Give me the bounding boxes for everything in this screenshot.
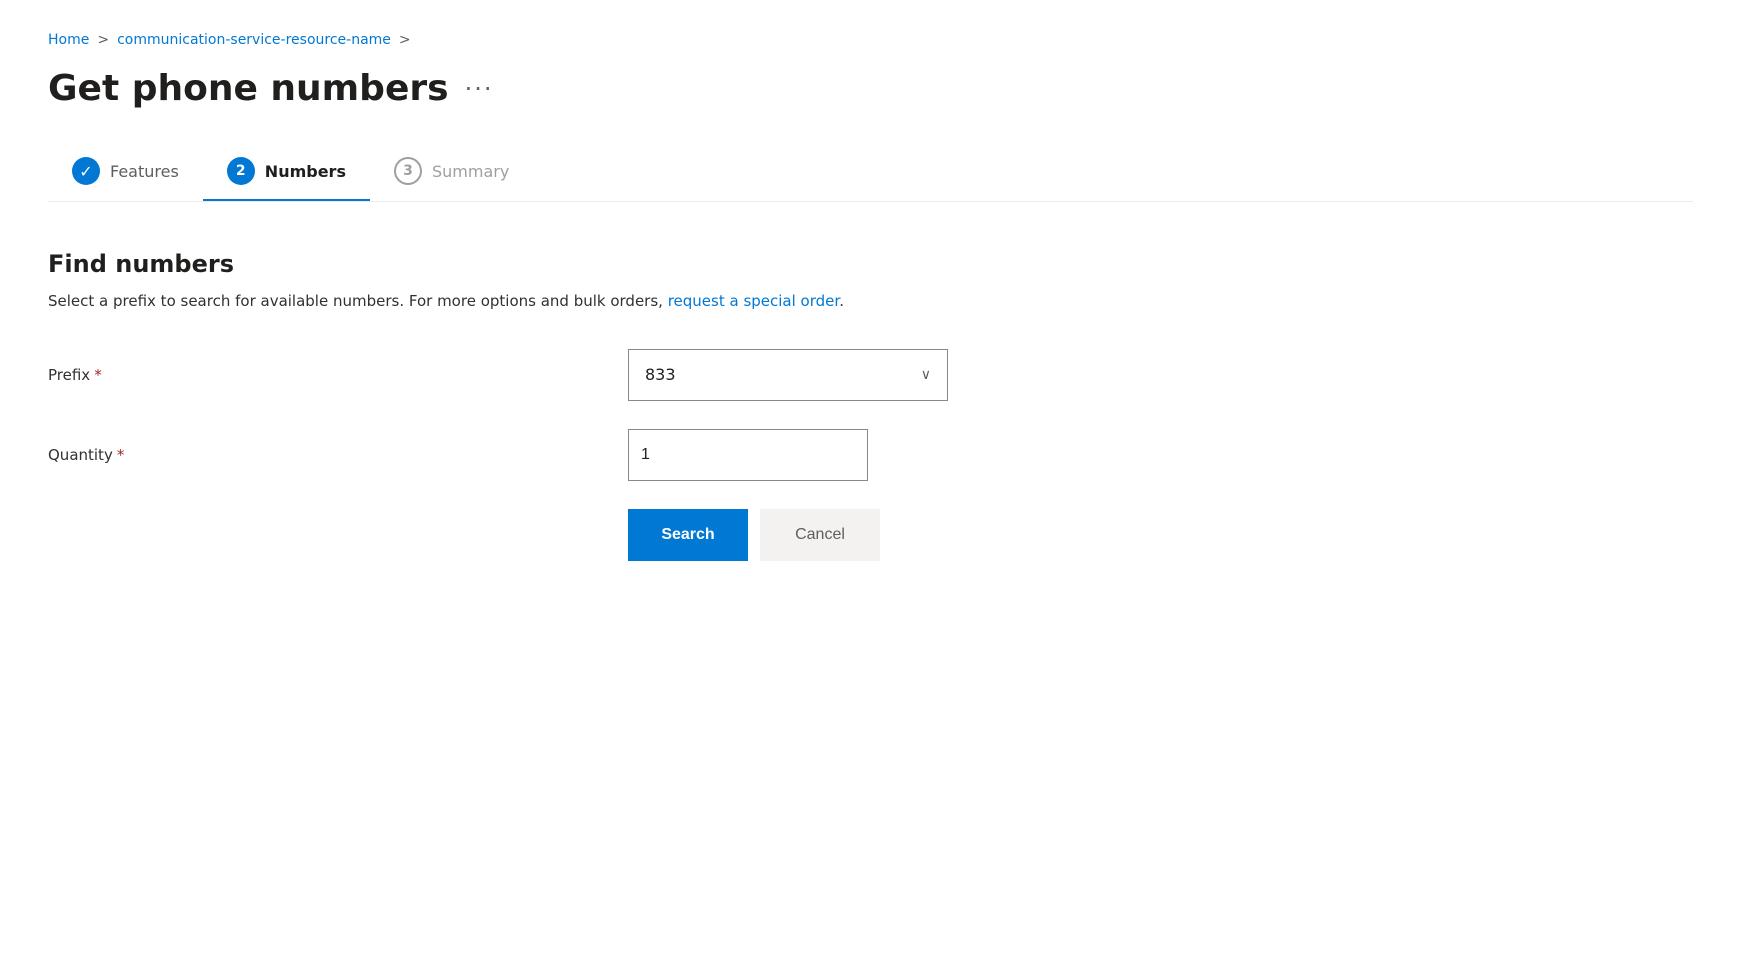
tab-summary-label: Summary — [432, 162, 509, 181]
tab-features-label: Features — [110, 162, 179, 181]
tab-numbers-circle: 2 — [227, 157, 255, 185]
quantity-input[interactable] — [628, 429, 868, 481]
main-content: Find numbers Select a prefix to search f… — [48, 242, 1693, 569]
breadcrumb-resource[interactable]: communication-service-resource-name — [117, 32, 391, 48]
quantity-required-star: * — [117, 446, 125, 464]
prefix-dropdown[interactable]: 833 ∨ — [628, 349, 948, 401]
find-numbers-title: Find numbers — [48, 250, 1693, 278]
prefix-control-wrapper: 833 ∨ — [628, 349, 948, 401]
page-title-row: Get phone numbers ··· — [48, 68, 1693, 109]
breadcrumb-separator-2: > — [399, 32, 411, 48]
tab-features-circle: ✓ — [72, 157, 100, 185]
prefix-form-row: Prefix* 833 ∨ — [48, 349, 1693, 401]
breadcrumb: Home > communication-service-resource-na… — [48, 32, 1693, 48]
description-text-before: Select a prefix to search for available … — [48, 292, 668, 310]
quantity-form-row: Quantity* — [48, 429, 1693, 481]
cancel-button[interactable]: Cancel — [760, 509, 880, 561]
form-buttons: Search Cancel — [48, 509, 1693, 561]
quantity-label: Quantity* — [48, 446, 628, 464]
breadcrumb-separator-1: > — [97, 32, 109, 48]
special-order-link[interactable]: request a special order — [668, 292, 839, 310]
breadcrumb-home[interactable]: Home — [48, 32, 89, 48]
page-title: Get phone numbers — [48, 68, 449, 109]
tab-summary: 3 Summary — [370, 141, 533, 201]
tab-numbers[interactable]: 2 Numbers — [203, 141, 370, 201]
prefix-label: Prefix* — [48, 366, 628, 384]
page-menu-button[interactable]: ··· — [465, 75, 494, 103]
chevron-down-icon: ∨ — [921, 367, 931, 383]
find-numbers-description: Select a prefix to search for available … — [48, 290, 1693, 313]
prefix-required-star: * — [94, 366, 102, 384]
prefix-selected-value: 833 — [645, 365, 676, 384]
quantity-control-wrapper — [628, 429, 868, 481]
search-button[interactable]: Search — [628, 509, 748, 561]
tab-numbers-label: Numbers — [265, 162, 346, 181]
checkmark-icon: ✓ — [79, 162, 92, 181]
description-text-after: . — [839, 292, 844, 310]
wizard-tabs: ✓ Features 2 Numbers 3 Summary — [48, 141, 1693, 202]
tab-features[interactable]: ✓ Features — [48, 141, 203, 201]
tab-summary-circle: 3 — [394, 157, 422, 185]
